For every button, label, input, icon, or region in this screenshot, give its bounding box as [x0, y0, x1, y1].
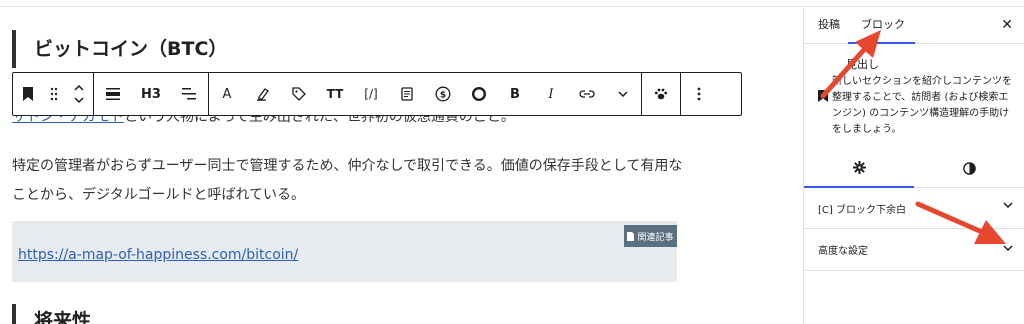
- chevron-down-icon[interactable]: [605, 73, 641, 115]
- italic-button[interactable]: I: [533, 73, 569, 115]
- toolbar-group-paw: [642, 73, 681, 115]
- related-article-link[interactable]: https://a-map-of-happiness.com/bitcoin/: [18, 247, 298, 263]
- document-icon: [627, 231, 635, 241]
- related-article-block[interactable]: 関連記事 https://a-map-of-happiness.com/bitc…: [12, 221, 677, 282]
- toolbar-group-heading: H3: [94, 73, 209, 115]
- drag-handle-icon[interactable]: [43, 73, 65, 115]
- heading-level-button[interactable]: H3: [132, 73, 170, 115]
- highlighter-icon[interactable]: [245, 73, 281, 115]
- related-article-badge-label: 関連記事: [637, 232, 674, 243]
- bookmark-icon[interactable]: [13, 73, 43, 115]
- top-bar: [0, 0, 1024, 7]
- font-size-button[interactable]: TT: [317, 73, 353, 115]
- contrast-icon: [962, 161, 976, 175]
- svg-text:$: $: [440, 91, 446, 101]
- link-icon[interactable]: [569, 73, 605, 115]
- bold-button[interactable]: B: [497, 73, 533, 115]
- document-icon[interactable]: [389, 73, 425, 115]
- block-settings-subtabs: [804, 148, 1024, 188]
- editor-canvas[interactable]: ビットコイン（BTC） サトシ・ナカモトという人物によって生み出された、世界初の…: [0, 8, 803, 324]
- toolbar-group-block: [13, 73, 94, 115]
- more-options-icon[interactable]: [681, 73, 717, 115]
- circle-icon[interactable]: [461, 73, 497, 115]
- align-block-icon[interactable]: [94, 73, 132, 115]
- heading-block[interactable]: ビットコイン（BTC）: [12, 30, 227, 68]
- toolbar-group-options: [681, 73, 717, 115]
- block-toolbar: H3 A TT [/] $ B I: [12, 72, 742, 116]
- paragraph-block[interactable]: 特定の管理者がおらずユーザー同士で管理するため、仲介なしで取引できる。価値の保存…: [12, 152, 692, 210]
- panel-label: [C] ブロック下余白: [818, 205, 906, 216]
- toolbar-group-format: A TT [/] $ B I: [209, 73, 642, 115]
- text-color-button[interactable]: A: [209, 73, 245, 115]
- align-text-icon[interactable]: [170, 73, 208, 115]
- paw-icon[interactable]: [642, 73, 680, 115]
- tag-icon[interactable]: [281, 73, 317, 115]
- annotation-arrow-icon: [820, 30, 881, 99]
- dollar-icon[interactable]: $: [425, 73, 461, 115]
- tab-settings[interactable]: [804, 148, 914, 188]
- close-icon[interactable]: ✕: [1001, 17, 1013, 33]
- related-article-badge: 関連記事: [624, 225, 677, 247]
- annotation-arrow-icon: [915, 201, 1006, 244]
- move-up-down-icon[interactable]: [65, 73, 93, 115]
- next-heading-block[interactable]: 将来性: [12, 304, 91, 324]
- tab-styles[interactable]: [914, 148, 1024, 188]
- inline-code-button[interactable]: [/]: [353, 73, 389, 115]
- gear-icon: [852, 160, 866, 174]
- panel-label: 高度な設定: [818, 246, 868, 257]
